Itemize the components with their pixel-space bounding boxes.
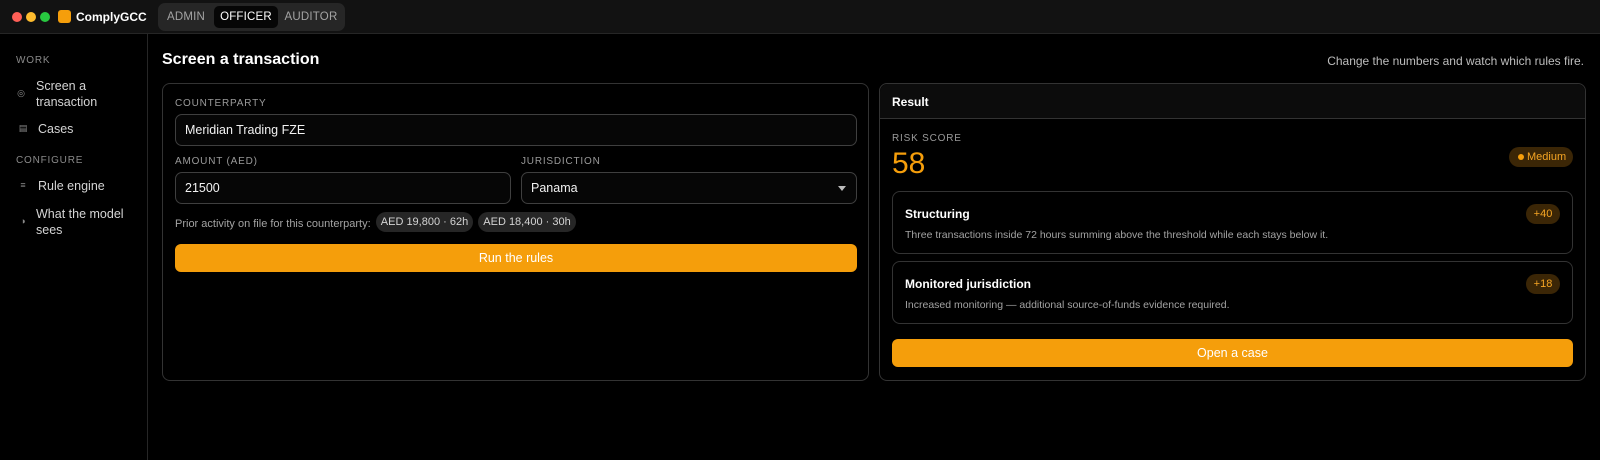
sidebar-item-model-view[interactable]: ◑ What the model sees <box>16 205 140 239</box>
sidebar-section-configure: CONFIGURE <box>16 155 84 166</box>
cases-icon: ▤ <box>18 123 28 133</box>
sidebar: WORK ◎ Screen a transaction ▤ Cases CONF… <box>0 34 148 460</box>
sidebar-item-screen-transaction[interactable]: ◎ Screen a transaction <box>16 77 140 111</box>
sidebar-item-cases[interactable]: ▤ Cases <box>16 120 140 138</box>
risk-score-value: 58 <box>892 147 926 180</box>
prior-activity-chip: AED 18,400 · 30h <box>478 212 576 232</box>
sidebar-section-work: WORK <box>16 55 51 66</box>
rule-title: Structuring <box>905 207 970 221</box>
jurisdiction-label: JURISDICTION <box>521 156 601 167</box>
amount-label: AMOUNT (AED) <box>175 156 258 167</box>
rule-description: Three transactions inside 72 hours summi… <box>905 229 1329 241</box>
role-tab-auditor[interactable]: AUDITOR <box>280 6 342 28</box>
amount-input[interactable] <box>175 172 511 204</box>
risk-level-badge: Medium <box>1509 147 1573 167</box>
close-window-button[interactable] <box>12 12 22 22</box>
rule-card-monitored-jurisdiction: Monitored jurisdiction +18 Increased mon… <box>892 261 1573 324</box>
prior-activity-chip: AED 19,800 · 62h <box>376 212 473 232</box>
role-switcher: ADMIN OFFICER AUDITOR <box>158 3 345 31</box>
open-case-button[interactable]: Open a case <box>892 339 1573 367</box>
prior-activity-text: Prior activity on file for this counterp… <box>175 218 371 230</box>
rule-title: Monitored jurisdiction <box>905 277 1031 291</box>
screen-icon: ◎ <box>17 88 25 98</box>
sidebar-item-label: What the model sees <box>36 207 124 237</box>
page-title: Screen a transaction <box>162 51 320 68</box>
role-tab-admin[interactable]: ADMIN <box>162 6 210 28</box>
sidebar-item-label: Cases <box>38 122 74 136</box>
result-header: Result <box>880 84 1585 119</box>
minimize-window-button[interactable] <box>26 12 36 22</box>
rule-card-structuring: Structuring +40 Three transactions insid… <box>892 191 1573 254</box>
risk-level-text: Medium <box>1527 151 1567 163</box>
counterparty-input[interactable] <box>175 114 857 146</box>
title-bar: ComplyGCC ADMIN OFFICER AUDITOR <box>0 0 1600 34</box>
status-dot-icon <box>1518 154 1524 160</box>
sidebar-item-rule-engine[interactable]: ≡ Rule engine <box>16 177 140 195</box>
app-name: ComplyGCC <box>76 10 147 24</box>
rule-engine-icon: ≡ <box>20 180 26 190</box>
rule-description: Increased monitoring — additional source… <box>905 299 1230 311</box>
jurisdiction-select[interactable]: Panama <box>521 172 857 204</box>
chevron-down-icon <box>838 186 846 191</box>
transaction-form-panel: COUNTERPARTY AMOUNT (AED) JURISDICTION P… <box>162 83 869 381</box>
app-logo-icon <box>58 10 71 23</box>
risk-score-label: RISK SCORE <box>892 133 962 144</box>
jurisdiction-value: Panama <box>531 181 578 195</box>
page-hint: Change the numbers and watch which rules… <box>1327 54 1584 68</box>
maximize-window-button[interactable] <box>40 12 50 22</box>
role-tab-officer[interactable]: OFFICER <box>214 6 278 28</box>
result-panel: Result RISK SCORE 58 Medium Structuring … <box>879 83 1586 381</box>
rule-points-badge: +18 <box>1526 274 1560 294</box>
result-title: Result <box>892 95 929 109</box>
run-rules-button[interactable]: Run the rules <box>175 244 857 272</box>
half-circle-icon: ◑ <box>20 216 26 226</box>
counterparty-label: COUNTERPARTY <box>175 98 267 109</box>
rule-points-badge: +40 <box>1526 204 1560 224</box>
sidebar-item-label: Screen a transaction <box>36 79 98 109</box>
sidebar-item-label: Rule engine <box>38 179 105 193</box>
